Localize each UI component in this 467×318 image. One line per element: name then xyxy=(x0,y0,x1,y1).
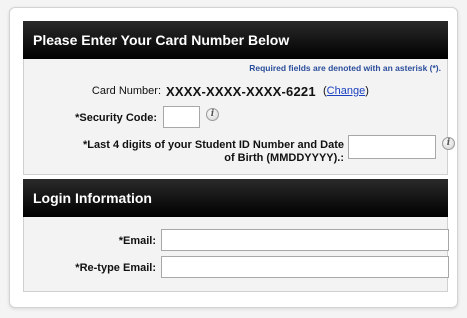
student-id-label-line1: *Last 4 digits of your Student ID Number… xyxy=(83,139,344,151)
card-section-title: Please Enter Your Card Number Below xyxy=(33,32,290,48)
login-section-body: *Email: *Re-type Email: xyxy=(23,217,449,292)
change-link-wrapper: (Change) xyxy=(323,85,369,97)
card-panel: Please Enter Your Card Number Below Requ… xyxy=(9,7,458,308)
student-id-dob-input[interactable] xyxy=(348,135,436,159)
email-input[interactable] xyxy=(161,229,449,251)
required-fields-note: Required fields are denoted with an aste… xyxy=(249,63,441,73)
student-id-label: *Last 4 digits of your Student ID Number… xyxy=(83,139,344,165)
login-section-title: Login Information xyxy=(33,190,152,206)
card-section-body: Required fields are denoted with an aste… xyxy=(23,59,455,175)
student-id-info-icon[interactable]: i xyxy=(442,137,455,150)
email-label: *Email: xyxy=(118,235,156,247)
card-number-label: Card Number: xyxy=(91,85,161,97)
retype-email-input[interactable] xyxy=(161,256,449,278)
security-code-label: *Security Code: xyxy=(75,112,157,124)
security-code-info-icon[interactable]: i xyxy=(206,108,219,121)
login-section-header: Login Information xyxy=(23,179,448,217)
change-card-link[interactable]: Change xyxy=(327,85,366,97)
security-code-input[interactable] xyxy=(163,106,200,128)
retype-email-label: *Re-type Email: xyxy=(75,262,156,274)
student-id-label-line2: of Birth (MMDDYYYY).: xyxy=(224,152,344,164)
card-section-header: Please Enter Your Card Number Below xyxy=(23,21,448,59)
card-number-value: XXXX-XXXX-XXXX-6221 xyxy=(166,84,316,99)
